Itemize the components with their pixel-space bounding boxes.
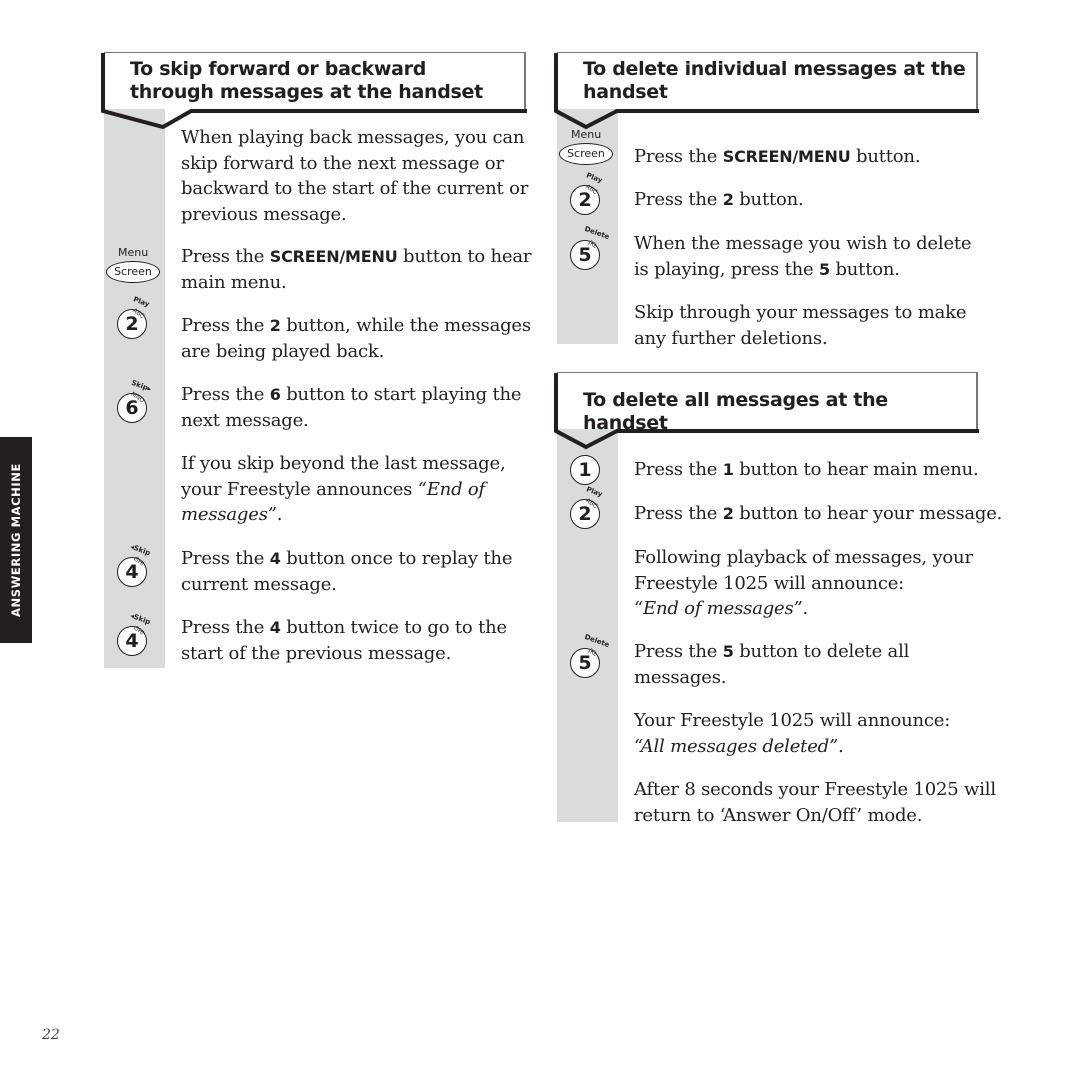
- step-screen-menu: Press the SCREEN/MENU button to hear mai…: [181, 246, 532, 293]
- key-4-skip-back-icon: ◂Skip GHI 4: [117, 612, 157, 659]
- key-4-skip-back-icon: ◂Skip GHI 4: [117, 543, 157, 590]
- step-return-answer-mode: After 8 seconds your Freestyle 1025 will…: [634, 779, 996, 826]
- step-press-4-once: Press the 4 button once to replay the cu…: [181, 548, 513, 595]
- key-6-skip-forward-icon: Skip▸ MNO 6: [117, 379, 157, 426]
- step-press-4-twice: Press the 4 button twice to go to the st…: [181, 617, 507, 664]
- section-header-skip: To skip forward or backward through mess…: [101, 52, 527, 130]
- key-2-play-icon: Play ABC 2: [570, 171, 610, 218]
- step-press-5-delete-all: Press the 5 button to delete all message…: [634, 641, 910, 688]
- step-further-deletions: Skip through your messages to make any f…: [634, 302, 967, 349]
- screen-menu-key-icon: Menu Screen: [106, 246, 162, 286]
- section-title: To delete individual messages at the han…: [583, 58, 966, 103]
- step-press-1: Press the 1 button to hear main menu.: [634, 459, 979, 480]
- key-5-delete-icon: Delete JKL 5: [570, 225, 610, 273]
- step-press-2: Press the 2 button to hear your message.: [634, 503, 1003, 524]
- section-header-delete-individual: To delete individual messages at the han…: [554, 52, 979, 130]
- step-press-5: When the message you wish to delete is p…: [634, 233, 972, 280]
- section-header-delete-all: To delete all messages at the handset: [554, 372, 979, 450]
- step-announce-deleted: Your Freestyle 1025 will announce: “All …: [634, 710, 951, 757]
- section-title: To delete all messages at the handset: [583, 389, 888, 434]
- step-intro: When playing back messages, you can skip…: [181, 127, 529, 225]
- step-press-6: Press the 6 button to start playing the …: [181, 384, 522, 431]
- step-screen-menu: Press the SCREEN/MENU button.: [634, 146, 921, 167]
- step-playback-note: Following playback of messages, your Fre…: [634, 547, 973, 619]
- key-2-play-icon: Play ABC 2: [570, 485, 610, 532]
- key-5-delete-icon: Delete JKL 5: [570, 633, 610, 681]
- page-number: 22: [42, 1027, 60, 1043]
- step-end-of-messages-note: If you skip beyond the last message, you…: [181, 453, 506, 525]
- side-tab-label: ANSWERING MACHINE: [9, 463, 23, 617]
- section-title: To skip forward or backward through mess…: [130, 58, 483, 103]
- key-2-play-icon: Play ABC 2: [117, 295, 157, 342]
- step-press-2: Press the 2 button, while the messages a…: [181, 315, 531, 362]
- screen-menu-key-icon: Menu Screen: [559, 128, 615, 168]
- step-press-2: Press the 2 button.: [634, 189, 804, 210]
- section-side-tab: ANSWERING MACHINE: [0, 437, 32, 643]
